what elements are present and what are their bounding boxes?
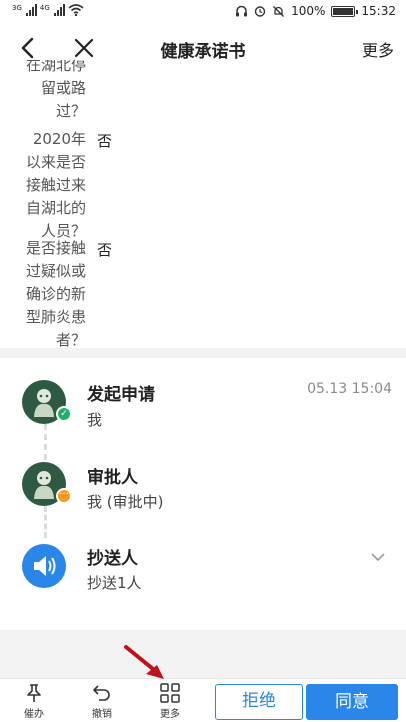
answer-hubei-contact: 否 xyxy=(97,132,113,150)
status-left: 3G 4G xyxy=(12,4,84,16)
status-time: 15:32 xyxy=(361,4,396,18)
user-avatar-icon xyxy=(34,389,54,417)
back-arrow-icon[interactable] xyxy=(14,34,42,62)
signal2-icon xyxy=(53,4,65,16)
timeline-connector xyxy=(44,424,47,460)
urge-label: 催办 xyxy=(24,709,44,720)
question-line: 在湖北停 xyxy=(25,60,86,74)
step-subtitle-cc: 抄送1人 xyxy=(87,574,142,592)
question-line: 2020年 xyxy=(32,130,86,148)
signal1-label: 3G xyxy=(12,4,22,12)
status-bar: 3G 4G 100% 15:32 xyxy=(0,0,406,24)
question-line: 型肺炎患 xyxy=(25,308,86,326)
more-actions-button[interactable]: 更多 xyxy=(150,682,190,720)
close-icon[interactable] xyxy=(70,34,98,62)
section-divider xyxy=(0,348,406,358)
question-line: 过疑似或 xyxy=(25,262,86,280)
footer-spacer xyxy=(0,630,406,678)
more-dots-icon: ··· xyxy=(56,488,72,504)
user-avatar-icon xyxy=(34,471,54,499)
question-patient-contact: 是否接触 过疑似或 确诊的新 型肺炎患 者？ xyxy=(14,237,86,348)
reject-button[interactable]: 拒绝 xyxy=(215,684,303,720)
chevron-down-icon[interactable] xyxy=(370,552,386,562)
wifi-icon xyxy=(68,4,84,16)
urge-button[interactable]: 催办 xyxy=(14,682,54,720)
speaker-icon xyxy=(34,556,56,576)
bottom-action-bar: 催办 撤销 更多 拒绝 同意 xyxy=(0,678,406,722)
question-line: 接触过来 xyxy=(25,176,86,194)
step-title-cc[interactable]: 抄送人 xyxy=(87,544,138,569)
cc-icon xyxy=(22,544,66,588)
pin-icon xyxy=(27,684,41,702)
revoke-button[interactable]: 撤销 xyxy=(82,682,122,720)
battery-icon xyxy=(331,5,359,17)
more-button[interactable]: 更多 xyxy=(362,37,394,61)
check-icon: ✓ xyxy=(56,406,72,422)
question-line: 是否接触 xyxy=(25,239,86,257)
question-line: 者？ xyxy=(55,331,86,348)
mute-bell-icon xyxy=(273,5,285,17)
page-title: 健康承诺书 xyxy=(160,42,246,62)
step-subtitle-approver: 我 (审批中) xyxy=(87,493,164,511)
status-right: 100% 15:32 xyxy=(235,4,396,18)
question-line: 自湖北的 xyxy=(25,199,86,217)
answer-patient-contact: 否 xyxy=(97,241,113,259)
question-line: 留或路 xyxy=(40,79,86,97)
battery-percent: 100% xyxy=(291,4,326,18)
question-line: 确诊的新 xyxy=(25,285,86,303)
question-line: 以来是否 xyxy=(25,153,86,171)
grid-icon xyxy=(160,683,180,703)
question-hubei-stay: 在湖北停 留或路 过？ xyxy=(14,60,86,123)
revoke-label: 撤销 xyxy=(92,709,112,720)
undo-icon xyxy=(93,685,110,701)
alarm-icon xyxy=(254,6,266,17)
signal2-label: 4G xyxy=(39,4,50,12)
step-time: 05.13 15:04 xyxy=(307,381,392,397)
question-hubei-contact: 2020年 以来是否 接触过来 自湖北的 人员？ xyxy=(14,128,86,243)
more-actions-label: 更多 xyxy=(160,709,180,720)
timeline-connector xyxy=(44,506,47,538)
agree-button[interactable]: 同意 xyxy=(306,684,398,720)
annotation-arrow-icon xyxy=(124,645,164,679)
signal1-icon xyxy=(25,4,37,16)
step-title-initiate: 发起申请 xyxy=(87,385,155,405)
step-title-approver: 审批人 xyxy=(87,468,138,488)
step-subtitle-initiate: 我 xyxy=(87,411,103,429)
headset-icon xyxy=(236,5,248,16)
form-section: 在湖北停 留或路 过？ 2020年 以来是否 接触过来 自湖北的 人员？ 否 是… xyxy=(0,60,406,348)
question-line: 过？ xyxy=(55,102,86,120)
